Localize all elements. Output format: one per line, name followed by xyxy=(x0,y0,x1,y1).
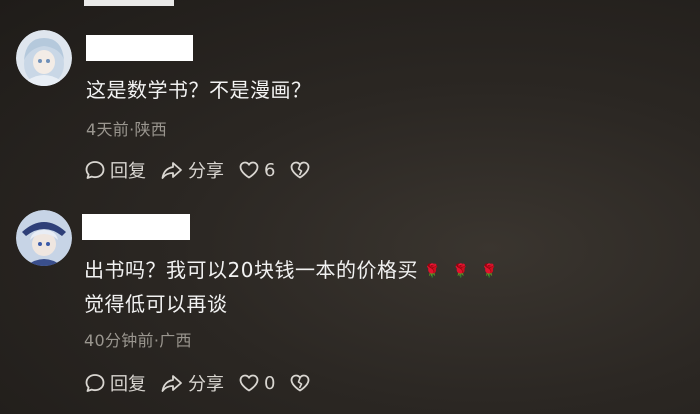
rose-emoji: 🌹 xyxy=(481,264,499,279)
heart-icon xyxy=(239,161,259,179)
like-button[interactable]: 0 xyxy=(238,372,275,394)
avatar[interactable] xyxy=(16,210,72,266)
reply-bubble-icon xyxy=(85,374,105,392)
anime-avatar-icon xyxy=(16,30,72,86)
comment-meta: 40分钟前·广西 xyxy=(84,331,192,350)
reply-bubble-icon xyxy=(85,161,105,179)
reply-label: 回复 xyxy=(110,374,146,395)
comment-text: 出书吗？我可以20块钱一本的价格买 🌹 🌹 🌹 觉得低可以再谈 xyxy=(84,254,504,321)
rose-emoji: 🌹 xyxy=(452,264,470,279)
broken-heart-icon xyxy=(291,161,310,179)
share-arrow-icon xyxy=(161,375,182,392)
share-label: 分享 xyxy=(188,374,224,395)
like-count: 6 xyxy=(264,159,276,181)
username-redacted xyxy=(82,214,190,240)
comment-actions: 回复 分享 0 xyxy=(84,370,311,396)
dislike-button[interactable] xyxy=(289,159,311,181)
reply-button[interactable]: 回复 xyxy=(84,370,146,396)
reply-button[interactable]: 回复 xyxy=(84,157,146,183)
anime-avatar-icon xyxy=(16,210,72,266)
comment-actions: 回复 分享 6 xyxy=(84,157,311,183)
comment-text: 这是数学书？不是漫画？ xyxy=(86,78,312,102)
previous-username-redaction xyxy=(84,0,174,6)
broken-heart-icon xyxy=(291,374,310,392)
like-button[interactable]: 6 xyxy=(238,159,275,181)
rose-emoji: 🌹 xyxy=(423,264,441,279)
comment-meta: 4天前·陕西 xyxy=(86,120,168,139)
share-button[interactable]: 分享 xyxy=(160,370,224,396)
share-label: 分享 xyxy=(188,161,224,182)
username-redacted xyxy=(86,35,193,61)
comment-text-part: 觉得低可以再谈 xyxy=(84,292,228,316)
avatar[interactable] xyxy=(16,30,72,86)
like-count: 0 xyxy=(264,372,276,394)
share-button[interactable]: 分享 xyxy=(160,157,224,183)
dislike-button[interactable] xyxy=(289,372,311,394)
heart-icon xyxy=(239,374,259,392)
comment-text-part: 出书吗？我可以20块钱一本的价格买 xyxy=(84,258,418,282)
share-arrow-icon xyxy=(161,162,182,179)
reply-label: 回复 xyxy=(110,161,146,182)
